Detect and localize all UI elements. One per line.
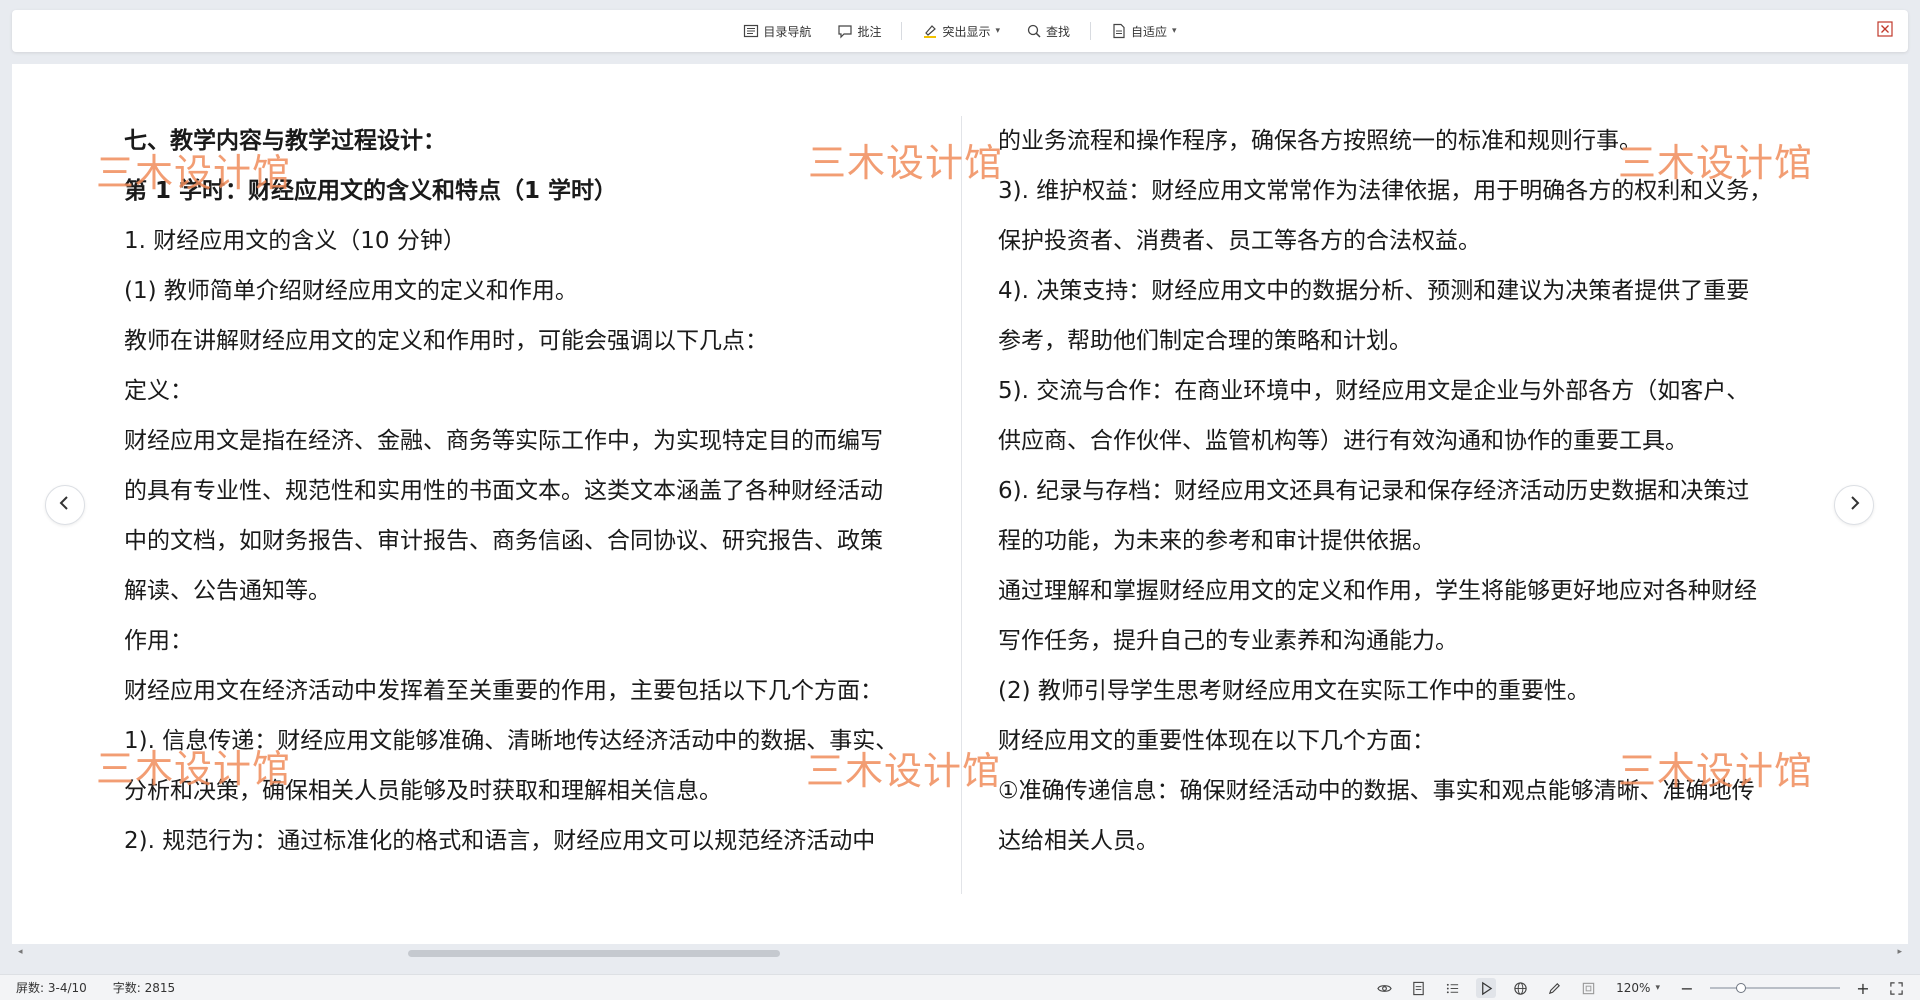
scroll-left-icon[interactable]: ◂ xyxy=(18,947,23,957)
close-button[interactable] xyxy=(1876,21,1894,41)
chevron-left-icon xyxy=(56,494,74,516)
toolbar-divider xyxy=(1090,22,1092,40)
outline-view-icon[interactable] xyxy=(1442,978,1462,998)
zoom-out-button[interactable]: − xyxy=(1678,979,1696,998)
highlight-label: 突出显示 xyxy=(942,24,991,39)
text-line: 参考，帮助他们制定合理的策略和计划。 xyxy=(998,328,1412,354)
chevron-down-icon: ▾ xyxy=(1172,26,1177,36)
text-line: 1). 信息传递：财经应用文能够准确、清晰地传达经济活动中的数据、事实、 xyxy=(124,728,899,754)
toolbar-group: 目录导航 批注 突出显示 ▾ 查找 自适应 ▾ xyxy=(737,19,1182,44)
status-bar: 屏数: 3-4/10 字数: 2815 120% ▾ − + xyxy=(0,974,1920,1000)
text-line: 保护投资者、消费者、员工等各方的合法权益。 xyxy=(998,228,1481,254)
zoom-select[interactable]: 120% ▾ xyxy=(1612,981,1664,995)
highlight-dropdown[interactable]: 突出显示 ▾ xyxy=(916,19,1006,44)
fit-label: 自适应 xyxy=(1131,24,1168,39)
eye-icon[interactable] xyxy=(1374,978,1394,998)
page-view-icon[interactable] xyxy=(1408,978,1428,998)
text-line: (2) 教师引导学生思考财经应用文在实际工作中的重要性。 xyxy=(998,678,1590,704)
list-icon xyxy=(743,23,759,39)
text-line: 5). 交流与合作：在商业环境中，财经应用文是企业与外部各方（如客户、 xyxy=(998,378,1750,404)
text-line: 中的文档，如财务报告、审计报告、商务信函、合同协议、研究报告、政策 xyxy=(124,528,883,554)
heading-line: 第 1 学时：财经应用文的含义和特点（1 学时） xyxy=(124,178,618,204)
text-line: 6). 纪录与存档：财经应用文还具有记录和保存经济活动历史数据和决策过 xyxy=(998,478,1750,504)
word-count: 字数: 2815 xyxy=(112,981,176,995)
top-toolbar: 目录导航 批注 突出显示 ▾ 查找 自适应 ▾ xyxy=(12,10,1908,52)
comment-label: 批注 xyxy=(857,24,882,39)
text-line: 3). 维护权益：财经应用文常常作为法律依据，用于明确各方的权利和义务， xyxy=(998,178,1773,204)
play-icon[interactable] xyxy=(1476,978,1497,998)
text-line: 分析和决策，确保相关人员能够及时获取和理解相关信息。 xyxy=(124,778,722,804)
text-line: 的业务流程和操作程序，确保各方按照统一的标准和规则行事。 xyxy=(998,128,1642,154)
column-divider xyxy=(961,116,962,894)
chevron-down-icon: ▾ xyxy=(995,26,1000,36)
right-column: 的业务流程和操作程序，确保各方按照统一的标准和规则行事。 3). 维护权益：财经应… xyxy=(998,116,1798,866)
zoom-slider[interactable] xyxy=(1710,980,1840,996)
text-line: ①准确传递信息：确保财经活动中的数据、事实和观点能够清晰、准确地传 xyxy=(998,778,1755,804)
chevron-down-icon: ▾ xyxy=(1655,983,1660,993)
prev-page-button[interactable] xyxy=(45,485,85,525)
find-label: 查找 xyxy=(1046,24,1071,39)
text-line: 的具有专业性、规范性和实用性的书面文本。这类文本涵盖了各种财经活动 xyxy=(124,478,883,504)
find-button[interactable]: 查找 xyxy=(1020,19,1076,44)
chevron-right-icon xyxy=(1845,494,1863,516)
scrollbar-thumb[interactable] xyxy=(408,950,780,957)
toc-nav-button[interactable]: 目录导航 xyxy=(737,19,817,44)
next-page-button[interactable] xyxy=(1834,485,1874,525)
text-line: 定义： xyxy=(124,378,193,404)
text-line: 通过理解和掌握财经应用文的定义和作用，学生将能够更好地应对各种财经 xyxy=(998,578,1757,604)
text-line: 达给相关人员。 xyxy=(998,828,1159,854)
fit-dropdown[interactable]: 自适应 ▾ xyxy=(1105,19,1183,44)
left-column: 七、教学内容与教学过程设计： 第 1 学时：财经应用文的含义和特点（1 学时） 1.… xyxy=(124,116,924,866)
pen-icon[interactable] xyxy=(1544,978,1564,998)
zoom-slider-knob[interactable] xyxy=(1736,983,1746,993)
document-page: 七、教学内容与教学过程设计： 第 1 学时：财经应用文的含义和特点（1 学时） 1.… xyxy=(12,64,1908,944)
comment-button[interactable]: 批注 xyxy=(831,19,887,44)
document-icon xyxy=(1111,23,1127,39)
fullscreen-icon[interactable] xyxy=(1886,978,1906,998)
text-line: 作用： xyxy=(124,628,193,654)
highlighter-icon xyxy=(922,23,938,39)
page-info: 屏数: 3-4/10 xyxy=(16,981,87,995)
text-line: 财经应用文是指在经济、金融、商务等实际工作中，为实现特定目的而编写 xyxy=(124,428,883,454)
close-icon xyxy=(1877,21,1893,41)
toolbar-divider xyxy=(901,22,903,40)
zoom-slider-track xyxy=(1710,987,1840,989)
search-icon xyxy=(1026,23,1042,39)
zoom-value: 120% xyxy=(1616,981,1651,995)
text-line: 财经应用文的重要性体现在以下几个方面： xyxy=(998,728,1435,754)
horizontal-scrollbar[interactable]: ◂ ▸ xyxy=(12,946,1908,960)
globe-icon[interactable] xyxy=(1510,978,1530,998)
zoom-in-button[interactable]: + xyxy=(1854,979,1872,998)
heading-line: 七、教学内容与教学过程设计： xyxy=(124,128,446,154)
toc-nav-label: 目录导航 xyxy=(763,24,812,39)
text-line: (1) 教师简单介绍财经应用文的定义和作用。 xyxy=(124,278,578,304)
text-line: 供应商、合作伙伴、监管机构等）进行有效沟通和协作的重要工具。 xyxy=(998,428,1688,454)
text-line: 4). 决策支持：财经应用文中的数据分析、预测和建议为决策者提供了重要 xyxy=(998,278,1750,304)
text-line: 解读、公告通知等。 xyxy=(124,578,331,604)
text-line: 教师在讲解财经应用文的定义和作用时，可能会强调以下几点： xyxy=(124,328,768,354)
text-line: 1. 财经应用文的含义（10 分钟） xyxy=(124,228,466,254)
fit-window-icon[interactable] xyxy=(1578,978,1598,998)
text-line: 写作任务，提升自己的专业素养和沟通能力。 xyxy=(998,628,1458,654)
text-line: 程的功能，为未来的参考和审计提供依据。 xyxy=(998,528,1435,554)
scroll-right-icon[interactable]: ▸ xyxy=(1897,947,1902,957)
text-line: 财经应用文在经济活动中发挥着至关重要的作用，主要包括以下几个方面： xyxy=(124,678,883,704)
text-line: 2). 规范行为：通过标准化的格式和语言，财经应用文可以规范经济活动中 xyxy=(124,828,876,854)
comment-icon xyxy=(837,23,853,39)
